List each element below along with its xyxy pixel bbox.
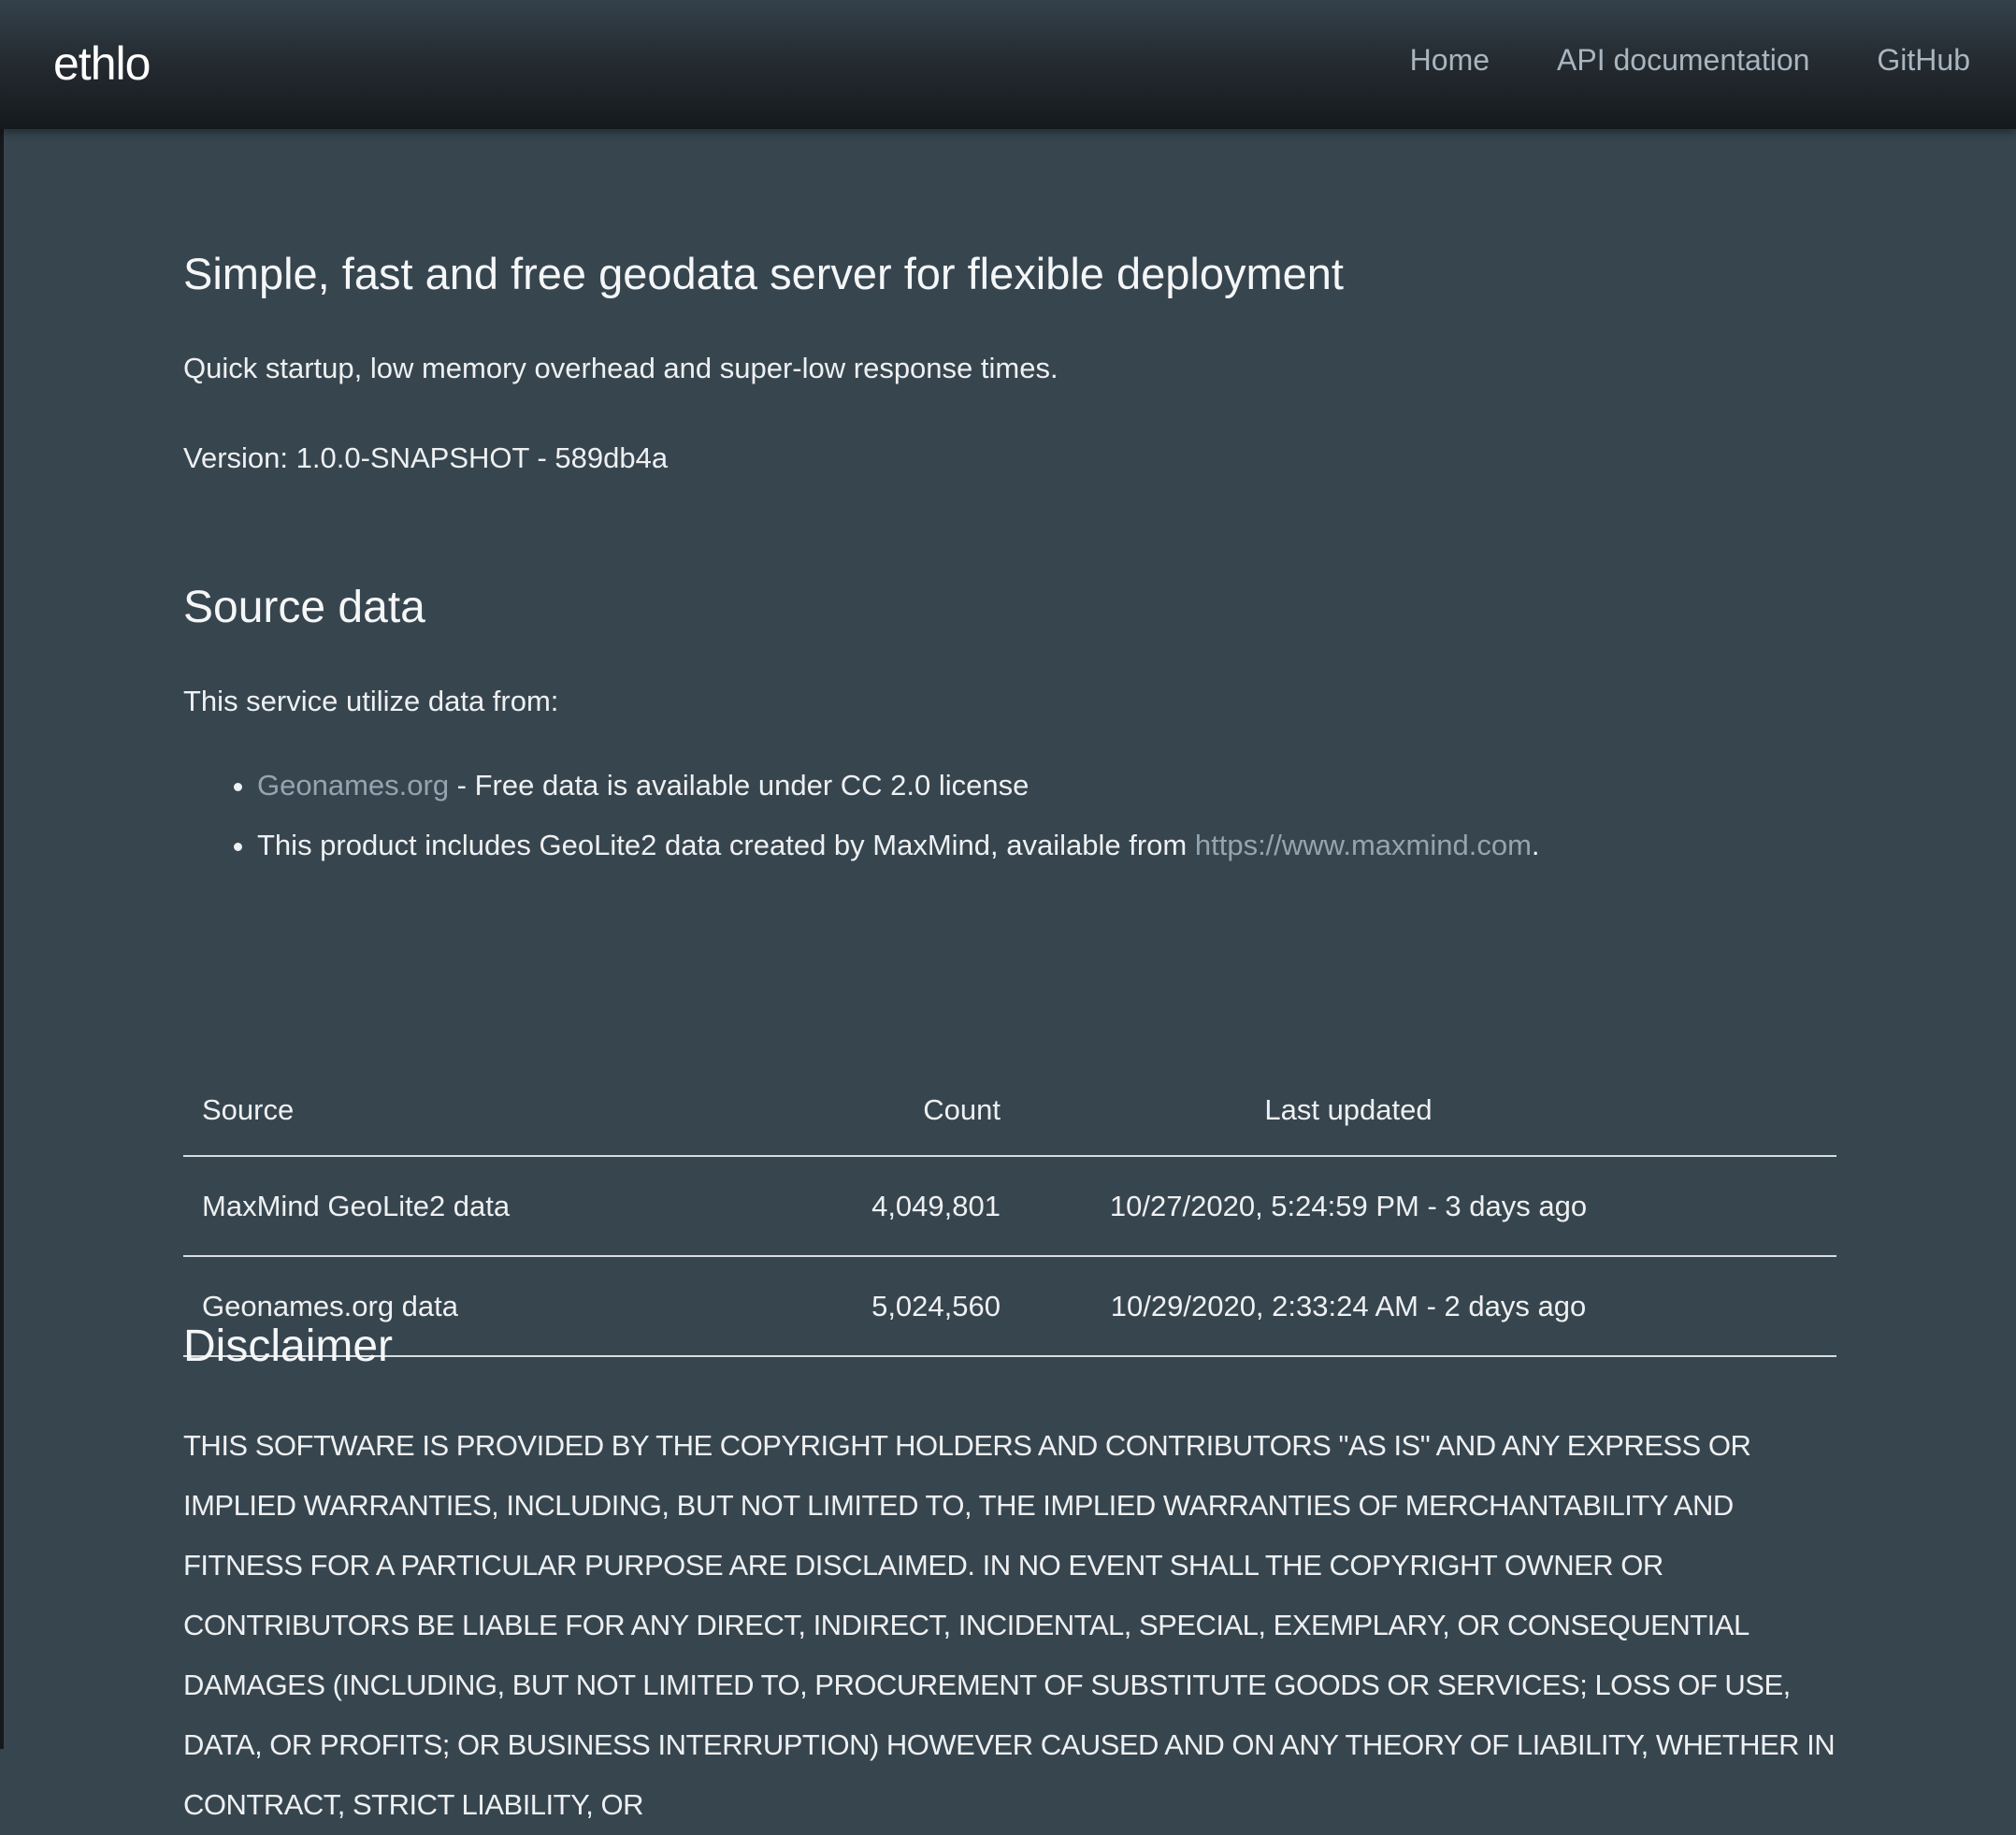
source-list-item-geonames: Geonames.org - Free data is available un… <box>257 756 1540 816</box>
maxmind-description-text: This product includes GeoLite2 data crea… <box>257 829 1195 861</box>
main-navigation: Home API documentation GitHub <box>1410 39 1970 80</box>
last-updated-cell: 10/29/2020, 2:33:24 AM - 2 days ago <box>1019 1256 1836 1357</box>
left-page-edge <box>0 129 4 1749</box>
source-cell: MaxMind GeoLite2 data <box>183 1156 782 1257</box>
geonames-link[interactable]: Geonames.org <box>257 769 449 802</box>
table-header: Source Count Last updated <box>183 1064 1836 1157</box>
top-navigation-bar: ethlo Home API documentation GitHub <box>0 0 2016 129</box>
count-cell: 4,049,801 <box>782 1156 1019 1257</box>
count-cell: 5,024,560 <box>782 1256 1019 1357</box>
source-data-intro: This service utilize data from: <box>183 685 559 717</box>
maxmind-link[interactable]: https://www.maxmind.com <box>1195 829 1532 861</box>
nav-github-link[interactable]: GitHub <box>1877 39 1970 80</box>
nav-api-documentation-link[interactable]: API documentation <box>1557 39 1809 80</box>
maxmind-suffix-text: . <box>1531 829 1540 861</box>
last-updated-cell: 10/27/2020, 5:24:59 PM - 3 days ago <box>1019 1156 1836 1257</box>
table-row: MaxMind GeoLite2 data 4,049,801 10/27/20… <box>183 1156 1836 1257</box>
table-body: MaxMind GeoLite2 data 4,049,801 10/27/20… <box>183 1156 1836 1357</box>
page-headline: Simple, fast and free geodata server for… <box>183 249 1344 298</box>
table-header-row: Source Count Last updated <box>183 1064 1836 1157</box>
disclaimer-heading: Disclaimer <box>183 1322 394 1371</box>
source-list-item-maxmind: This product includes GeoLite2 data crea… <box>257 816 1540 875</box>
version-label: Version: 1.0.0-SNAPSHOT - 589db4a <box>183 441 669 474</box>
last-updated-column-header: Last updated <box>1019 1064 1836 1157</box>
geonames-license-text: - Free data is available under CC 2.0 li… <box>449 769 1030 802</box>
source-list: Geonames.org - Free data is available un… <box>183 756 1540 875</box>
table-row: Geonames.org data 5,024,560 10/29/2020, … <box>183 1256 1836 1357</box>
page-subtitle: Quick startup, low memory overhead and s… <box>183 352 1058 384</box>
count-column-header: Count <box>782 1064 1019 1157</box>
source-data-table: Source Count Last updated MaxMind GeoLit… <box>183 1064 1836 1357</box>
disclaimer-text: THIS SOFTWARE IS PROVIDED BY THE COPYRIG… <box>183 1429 1836 1821</box>
brand-logo[interactable]: ethlo <box>53 36 151 92</box>
source-column-header: Source <box>183 1064 782 1157</box>
source-data-heading: Source data <box>183 583 425 632</box>
nav-home-link[interactable]: Home <box>1410 39 1490 80</box>
